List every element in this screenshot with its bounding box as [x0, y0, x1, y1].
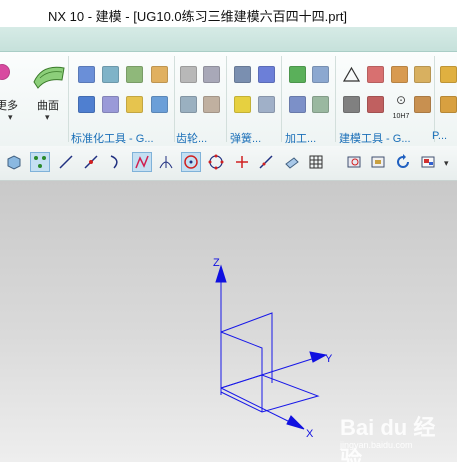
view-fit-icon[interactable]	[344, 152, 364, 172]
ribbon-separator-4	[281, 56, 282, 142]
snap-point-icon[interactable]	[30, 152, 50, 172]
more-dropdown-icon[interactable]: ▾	[8, 112, 13, 123]
gear-b-icon[interactable]	[203, 66, 220, 83]
point-on-curve-icon[interactable]	[256, 152, 276, 172]
spring-b-icon[interactable]	[258, 66, 275, 83]
spring-c-icon[interactable]	[234, 96, 251, 113]
quadrant-icon[interactable]	[206, 152, 226, 172]
line-icon[interactable]	[56, 152, 76, 172]
triangle-icon[interactable]	[342, 66, 361, 83]
rotate-icon[interactable]	[393, 152, 413, 172]
extra-b-icon[interactable]	[440, 96, 457, 113]
stack-icon[interactable]	[126, 66, 143, 83]
measure-icon[interactable]	[414, 66, 431, 83]
tool-a-icon[interactable]	[312, 66, 329, 83]
wrench-icon[interactable]	[102, 96, 119, 113]
list-icon[interactable]	[343, 96, 360, 113]
bolt-icon[interactable]	[391, 66, 408, 83]
more-label[interactable]: 更多	[0, 97, 18, 113]
group-gear[interactable]: 齿轮...	[176, 130, 207, 146]
tag-icon[interactable]	[151, 66, 168, 83]
point-on-face-icon[interactable]	[282, 152, 302, 172]
base-plate	[220, 374, 320, 413]
view-window-icon[interactable]	[368, 152, 388, 172]
existing-point-icon[interactable]	[232, 152, 252, 172]
surface-icon	[33, 66, 65, 89]
intersection-icon[interactable]	[156, 152, 176, 172]
ribbon-tab-band	[0, 27, 457, 52]
group-machining[interactable]: 加工...	[285, 130, 316, 146]
tolerance-label: 10H7	[392, 113, 410, 120]
extra-a-icon[interactable]	[440, 66, 457, 83]
weld-icon[interactable]	[414, 96, 431, 113]
upper-panel	[220, 312, 273, 383]
group-spring[interactable]: 弹簧...	[230, 130, 261, 146]
curve-icon[interactable]	[106, 152, 126, 172]
group-p[interactable]: P...	[432, 130, 447, 142]
watermark-url: jingyan.baidu.com	[340, 440, 413, 450]
cube-icon[interactable]	[4, 152, 24, 172]
polyline-icon[interactable]	[132, 152, 152, 172]
bounded-grid-icon[interactable]	[306, 152, 326, 172]
group-standard-tools[interactable]: 标准化工具 - G...	[71, 130, 154, 146]
move-icon[interactable]	[78, 96, 95, 113]
x-axis-arrow	[286, 415, 305, 430]
check-icon[interactable]	[289, 66, 306, 83]
ribbon-separator-1	[68, 56, 69, 142]
arc-center-icon[interactable]	[181, 152, 201, 172]
midpoint-line-icon[interactable]	[81, 152, 101, 172]
part-icon[interactable]	[126, 96, 143, 113]
tool-b-icon[interactable]	[289, 96, 306, 113]
vertical-panel	[220, 331, 263, 412]
z-axis-label: Z	[213, 257, 220, 269]
surface-dropdown-icon[interactable]: ▾	[45, 112, 50, 123]
tolerance-icon[interactable]: ⊙ 10H7	[390, 94, 412, 120]
spring-d-icon[interactable]	[258, 96, 275, 113]
gear-c-icon[interactable]	[180, 96, 197, 113]
table-icon[interactable]	[367, 66, 384, 83]
ribbon-separator-2	[174, 56, 175, 142]
pen-icon[interactable]	[367, 96, 384, 113]
x-axis-label: X	[306, 428, 314, 440]
surface-button[interactable]	[32, 60, 66, 90]
gear-a-icon[interactable]	[180, 66, 197, 83]
doc-icon[interactable]	[151, 96, 168, 113]
x-axis-line	[220, 387, 297, 426]
spring-a-icon[interactable]	[234, 66, 251, 83]
point-set-icon[interactable]	[78, 66, 95, 83]
ribbon-separator-3	[226, 56, 227, 142]
grid-icon[interactable]	[102, 66, 119, 83]
title-bar: NX 10 - 建模 - [UG10.0练习三维建模六百四十四.prt]	[0, 0, 457, 27]
ribbon-separator-5	[335, 56, 336, 142]
surface-label: 曲面	[37, 100, 59, 112]
group-modeling-tools[interactable]: 建模工具 - G...	[339, 130, 411, 146]
tool-c-icon[interactable]	[312, 96, 329, 113]
toolbar-more-icon[interactable]: ▾	[444, 158, 449, 169]
y-axis-label: Y	[325, 353, 333, 365]
render-style-icon[interactable]	[418, 152, 438, 172]
gear-d-icon[interactable]	[203, 96, 220, 113]
window-title: NX 10 - 建模 - [UG10.0练习三维建模六百四十四.prt]	[48, 9, 348, 24]
y-axis-arrow	[309, 351, 328, 363]
